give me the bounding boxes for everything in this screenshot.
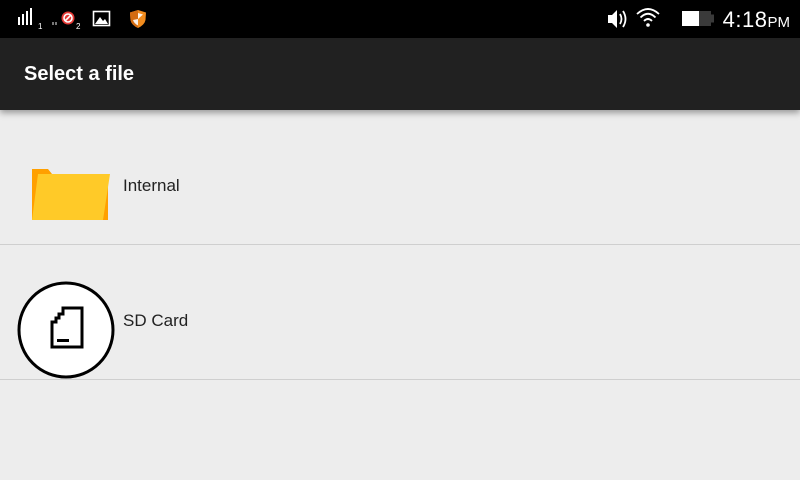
clock-time: 4:18 bbox=[722, 7, 768, 32]
security-shield-icon bbox=[130, 10, 146, 28]
app-toolbar: Select a file bbox=[0, 38, 800, 110]
storage-item-label: Internal bbox=[123, 176, 180, 195]
file-picker-screen: 1 2 4:18PM Select a file Internal SD Car… bbox=[0, 0, 800, 480]
sd-card-icon bbox=[16, 280, 116, 380]
storage-item-sd-card[interactable]: SD Card bbox=[0, 245, 800, 380]
storage-item-internal[interactable]: Internal bbox=[0, 110, 800, 245]
signal-sim2-blocked-icon: 2 bbox=[52, 11, 81, 31]
wifi-icon bbox=[636, 8, 660, 27]
battery-icon bbox=[682, 11, 714, 26]
clock-ampm: PM bbox=[767, 14, 791, 31]
gallery-icon bbox=[92, 10, 111, 27]
page-title: Select a file bbox=[24, 63, 135, 85]
signal-sim1-icon: 1 bbox=[18, 8, 43, 31]
clock: 4:18PM bbox=[723, 0, 790, 38]
storage-list: Internal SD Card bbox=[0, 110, 800, 380]
sim1-index: 1 bbox=[38, 22, 43, 31]
volume-icon bbox=[608, 10, 627, 28]
sim2-index: 2 bbox=[76, 22, 81, 31]
storage-item-label: SD Card bbox=[123, 311, 189, 330]
folder-icon bbox=[16, 144, 116, 244]
status-bar: 1 2 4:18PM bbox=[0, 0, 800, 38]
